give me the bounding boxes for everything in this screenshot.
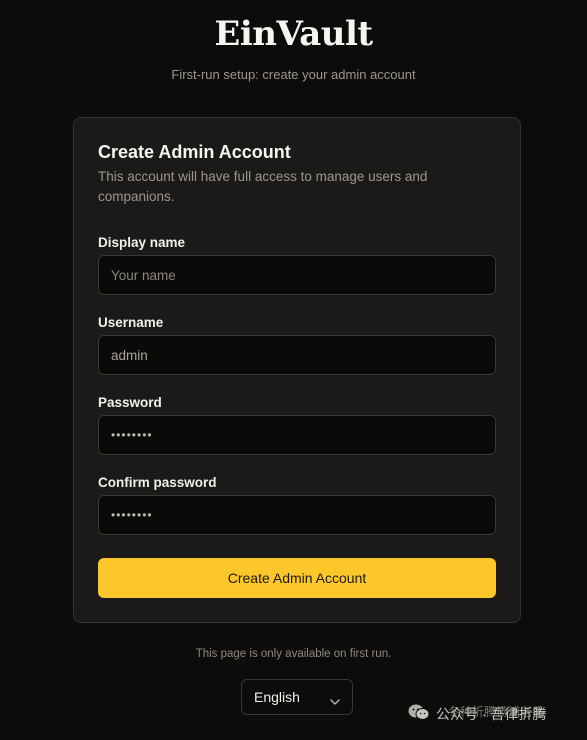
first-run-note: This page is only available on first run… [195, 648, 392, 660]
app-logo: EinVault [214, 14, 373, 54]
create-admin-account-button[interactable]: Create Admin Account [98, 558, 496, 598]
confirm-password-input[interactable] [98, 495, 496, 535]
setup-tagline: First-run setup: create your admin accou… [171, 67, 416, 82]
admin-account-card: Create Admin Account This account will h… [73, 117, 521, 623]
username-label: Username [98, 315, 164, 330]
username-input[interactable] [98, 335, 496, 375]
password-input[interactable] [98, 415, 496, 455]
language-select-value: English [254, 689, 300, 705]
card-description: This account will have full access to ma… [98, 169, 428, 204]
confirm-password-label: Confirm password [98, 475, 217, 490]
display-name-label: Display name [98, 235, 186, 250]
display-name-input[interactable] [98, 255, 496, 295]
language-select[interactable]: English [241, 679, 353, 715]
wechat-icon [408, 703, 430, 724]
password-label: Password [98, 395, 162, 410]
watermark-subtext: 冬种折腾杨浦老番 [448, 705, 545, 719]
card-title: Create Admin Account [98, 142, 291, 162]
chevron-down-icon [330, 693, 340, 709]
